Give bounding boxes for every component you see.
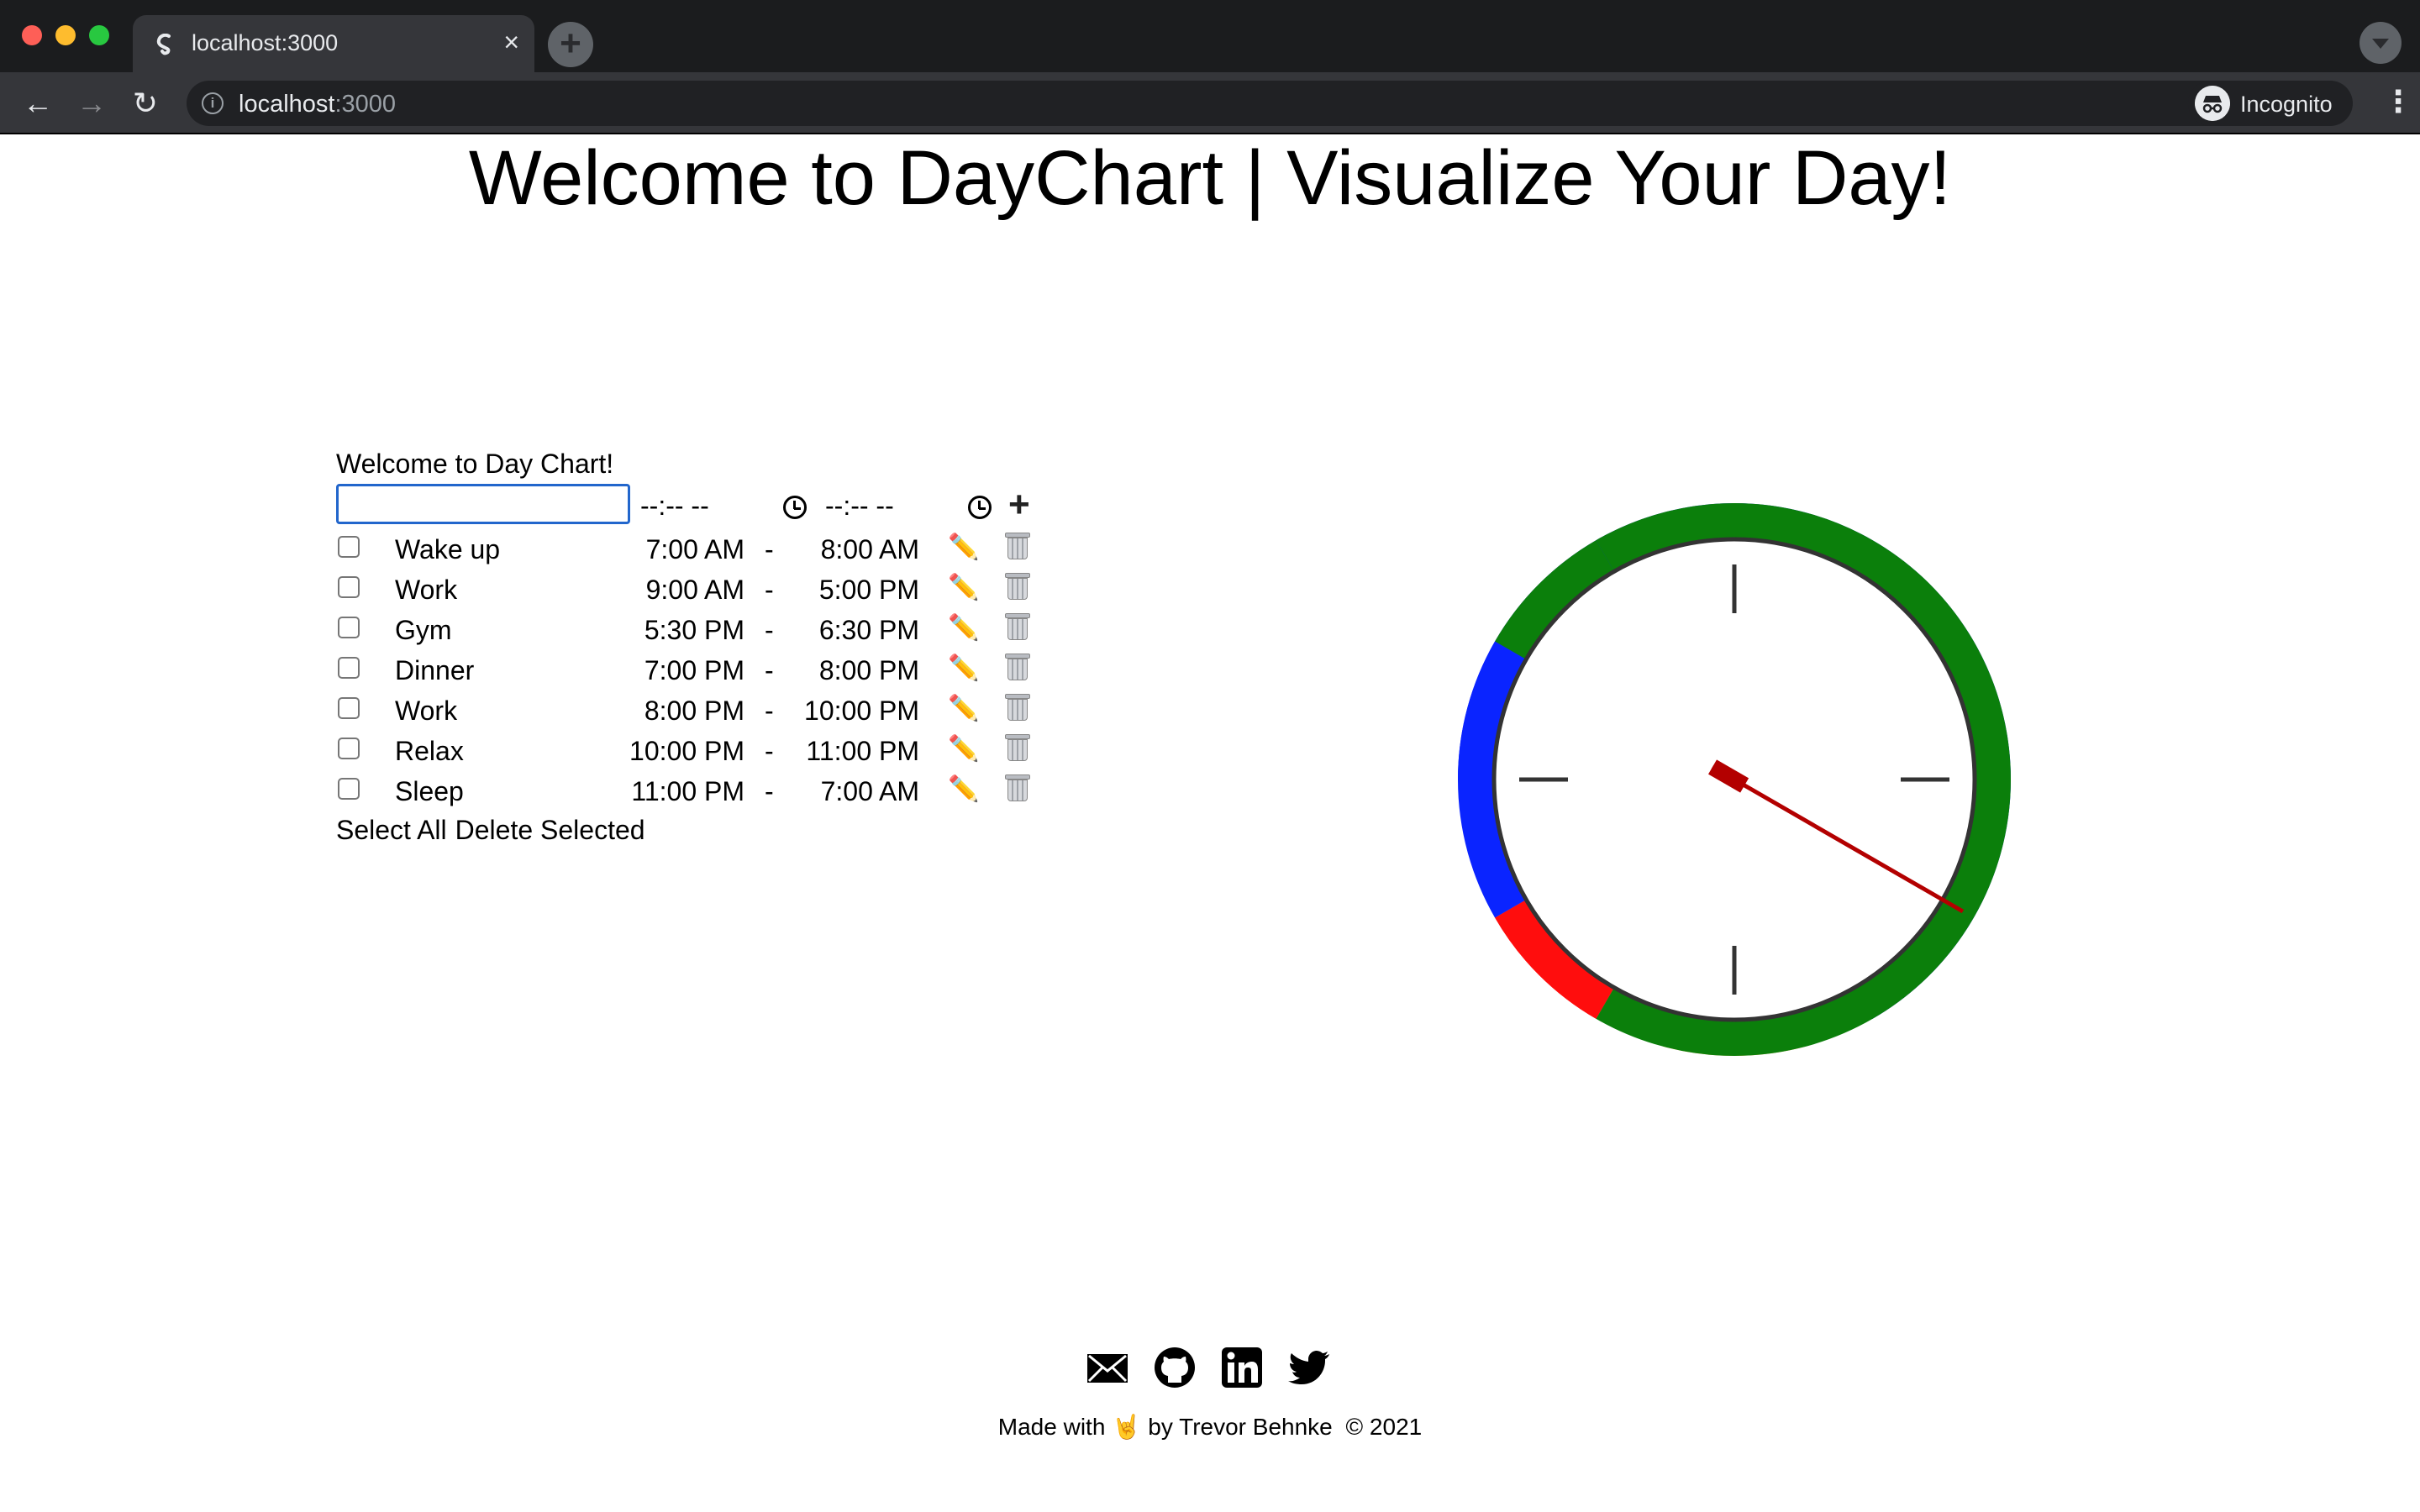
social-links — [1084, 1344, 1336, 1394]
incognito-label: Incognito — [2240, 92, 2333, 117]
author-text: by Trevor Behnke — [1148, 1414, 1333, 1440]
activity-end-time: 8:00 AM — [820, 534, 919, 564]
trash-icon[interactable] — [1005, 774, 1030, 803]
delete-selected-button[interactable]: Delete Selected — [455, 815, 645, 846]
copyright-text: © 2021 — [1345, 1414, 1423, 1440]
activity-row: Sleep 11:00 PM -7:00 AM ✏️ — [336, 771, 1059, 811]
activity-name: Wake up — [395, 534, 501, 564]
pencil-icon[interactable]: ✏️ — [948, 734, 979, 764]
activity-checkbox[interactable] — [338, 576, 360, 598]
url-host: localhost — [239, 91, 335, 118]
activity-checkbox[interactable] — [338, 778, 360, 800]
day-clock-svg — [1458, 503, 2011, 1056]
activity-name: Work — [395, 696, 458, 726]
trash-icon[interactable] — [1005, 613, 1030, 642]
trash-icon[interactable] — [1005, 533, 1030, 561]
activity-name: Gym — [395, 615, 452, 645]
minimize-window-button[interactable] — [55, 25, 76, 45]
trash-icon[interactable] — [1005, 734, 1030, 763]
maximize-window-button[interactable] — [89, 25, 109, 45]
tab-search-icon[interactable] — [2360, 22, 2402, 64]
activity-name: Work — [395, 575, 458, 605]
activity-end-time: 5:00 PM — [818, 575, 919, 605]
page-title: Welcome to DayChart | Visualize Your Day… — [468, 135, 1952, 221]
linkedin-icon[interactable] — [1218, 1344, 1265, 1391]
trash-icon[interactable] — [1005, 654, 1030, 682]
select-all-button[interactable]: Select All — [336, 815, 447, 846]
activity-row: Work 8:00 PM -10:00 PM ✏️ — [336, 690, 1059, 731]
day-clock-chart — [1445, 487, 2017, 1075]
pencil-icon[interactable]: ✏️ — [948, 654, 979, 683]
activity-row: Relax 10:00 PM -11:00 PM ✏️ — [336, 731, 1059, 771]
rock-hand-emoji: 🤘 — [1112, 1414, 1142, 1440]
forward-arrow-icon[interactable]: → — [71, 82, 113, 124]
activity-row: Wake up 7:00 AM -8:00 AM ✏️ — [336, 529, 1059, 570]
site-info-icon[interactable]: i — [202, 92, 224, 114]
url-text[interactable]: localhost:3000 — [239, 91, 396, 118]
twitter-icon[interactable] — [1286, 1344, 1333, 1391]
activity-checkbox[interactable] — [338, 657, 360, 679]
activity-checkbox[interactable] — [338, 536, 360, 558]
close-window-button[interactable] — [22, 25, 42, 45]
activity-name: Relax — [395, 736, 464, 766]
activity-name: Sleep — [395, 776, 464, 806]
pencil-icon[interactable]: ✏️ — [948, 694, 979, 723]
browser-toolbar: ← → ↻ i localhost:3000 ☆ Incognito ⋮ — [0, 72, 2420, 134]
reload-icon[interactable]: ↻ — [124, 82, 166, 124]
activity-start-time: 7:00 PM — [644, 655, 744, 685]
activity-checkbox[interactable] — [338, 738, 360, 759]
start-time-input[interactable]: --:-- -- — [640, 491, 709, 522]
activity-row: Work 9:00 AM -5:00 PM ✏️ — [336, 570, 1059, 610]
incognito-icon — [2195, 86, 2230, 121]
github-icon[interactable] — [1151, 1344, 1198, 1391]
activity-start-time: 10:00 PM — [629, 736, 744, 766]
back-arrow-icon[interactable]: ← — [17, 82, 59, 124]
activity-end-time: 6:30 PM — [818, 615, 919, 645]
svelte-favicon-icon — [156, 34, 171, 55]
pencil-icon[interactable]: ✏️ — [948, 533, 979, 562]
pencil-icon[interactable]: ✏️ — [948, 613, 979, 643]
email-icon[interactable] — [1084, 1344, 1131, 1391]
address-bar[interactable]: i localhost:3000 ☆ — [187, 81, 2338, 126]
activity-row: Dinner 7:00 PM -8:00 PM ✏️ — [336, 650, 1059, 690]
browser-tab-active[interactable]: localhost:3000 × — [133, 15, 534, 72]
activity-end-time: 8:00 PM — [818, 655, 919, 685]
panel-heading: Welcome to Day Chart! — [336, 449, 614, 479]
activity-name: Dinner — [395, 655, 475, 685]
pencil-icon[interactable]: ✏️ — [948, 573, 979, 602]
add-activity-button[interactable]: + — [1008, 484, 1030, 526]
activity-start-time: 11:00 PM — [631, 776, 744, 806]
activity-end-time: 7:00 AM — [820, 776, 919, 806]
close-tab-icon[interactable]: × — [503, 27, 519, 58]
trash-icon[interactable] — [1005, 573, 1030, 601]
bulk-actions: Select All Delete Selected — [336, 815, 654, 846]
made-with-credit: Made with 🤘 by Trevor Behnke © 2021 — [0, 1413, 2420, 1441]
incognito-profile-button[interactable]: Incognito — [2188, 81, 2353, 126]
url-port: :3000 — [334, 91, 397, 118]
activity-end-time: 11:00 PM — [806, 736, 919, 766]
browser-tab-bar: localhost:3000 × + — [0, 0, 2420, 72]
made-with-text: Made with — [997, 1414, 1106, 1440]
end-time-input[interactable]: --:-- -- — [825, 491, 894, 522]
trash-icon[interactable] — [1005, 694, 1030, 722]
activity-row: Gym 5:30 PM -6:30 PM ✏️ — [336, 610, 1059, 650]
browser-menu-icon[interactable]: ⋮ — [2383, 82, 2413, 124]
end-time-clock-icon[interactable] — [968, 496, 992, 519]
activity-checkbox[interactable] — [338, 617, 360, 638]
pencil-icon[interactable]: ✏️ — [948, 774, 979, 804]
new-tab-button[interactable]: + — [548, 22, 593, 67]
activity-start-time: 9:00 AM — [645, 575, 744, 605]
activity-checkbox[interactable] — [338, 697, 360, 719]
start-time-clock-icon[interactable] — [783, 496, 807, 519]
activity-name-input[interactable] — [336, 484, 630, 524]
tab-title: localhost:3000 — [192, 30, 339, 55]
activity-start-time: 5:30 PM — [644, 615, 744, 645]
activity-start-time: 8:00 PM — [644, 696, 744, 726]
activity-end-time: 10:00 PM — [804, 696, 919, 726]
activity-start-time: 7:00 AM — [645, 534, 744, 564]
